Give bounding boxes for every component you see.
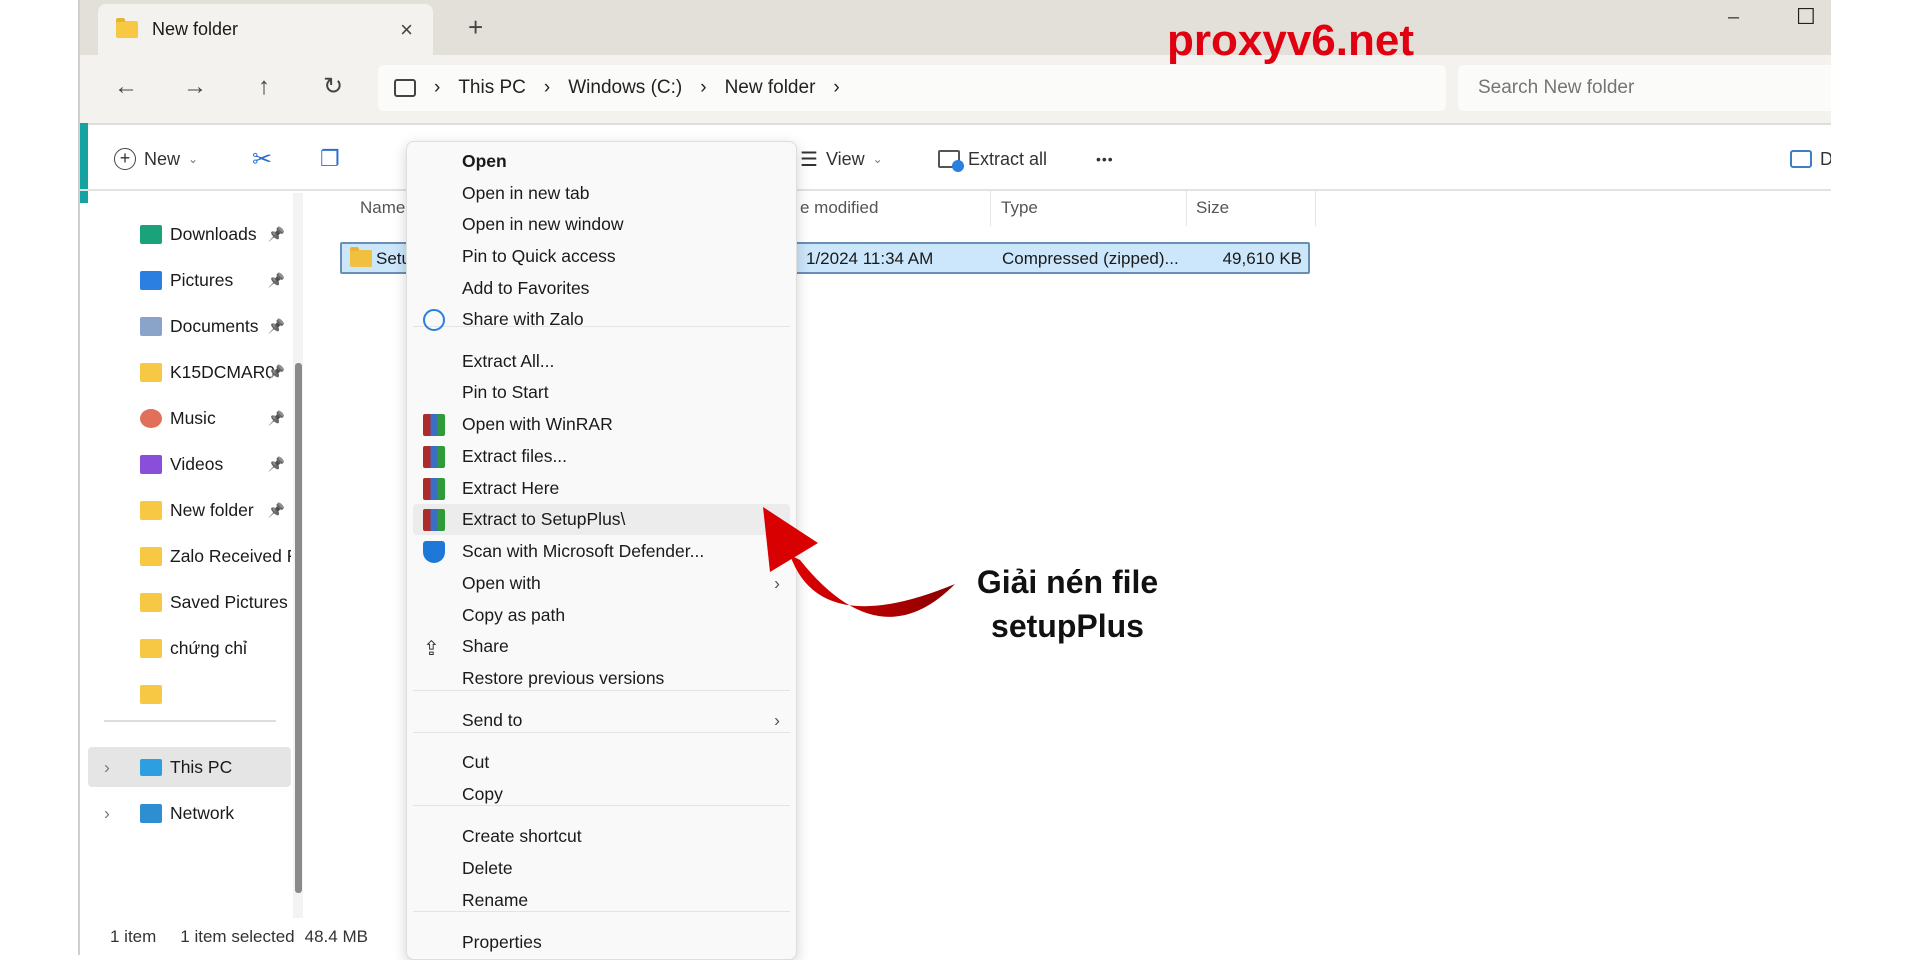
- annotation-arrow: [763, 507, 955, 617]
- arrow-head: [763, 507, 818, 572]
- annotation-line-1: Giải nén file: [976, 564, 1159, 600]
- annotation-line-2: setupPlus: [991, 608, 1144, 644]
- arrow-body: [790, 555, 955, 617]
- annotation-text: Giải nén file setupPlus: [950, 560, 1185, 648]
